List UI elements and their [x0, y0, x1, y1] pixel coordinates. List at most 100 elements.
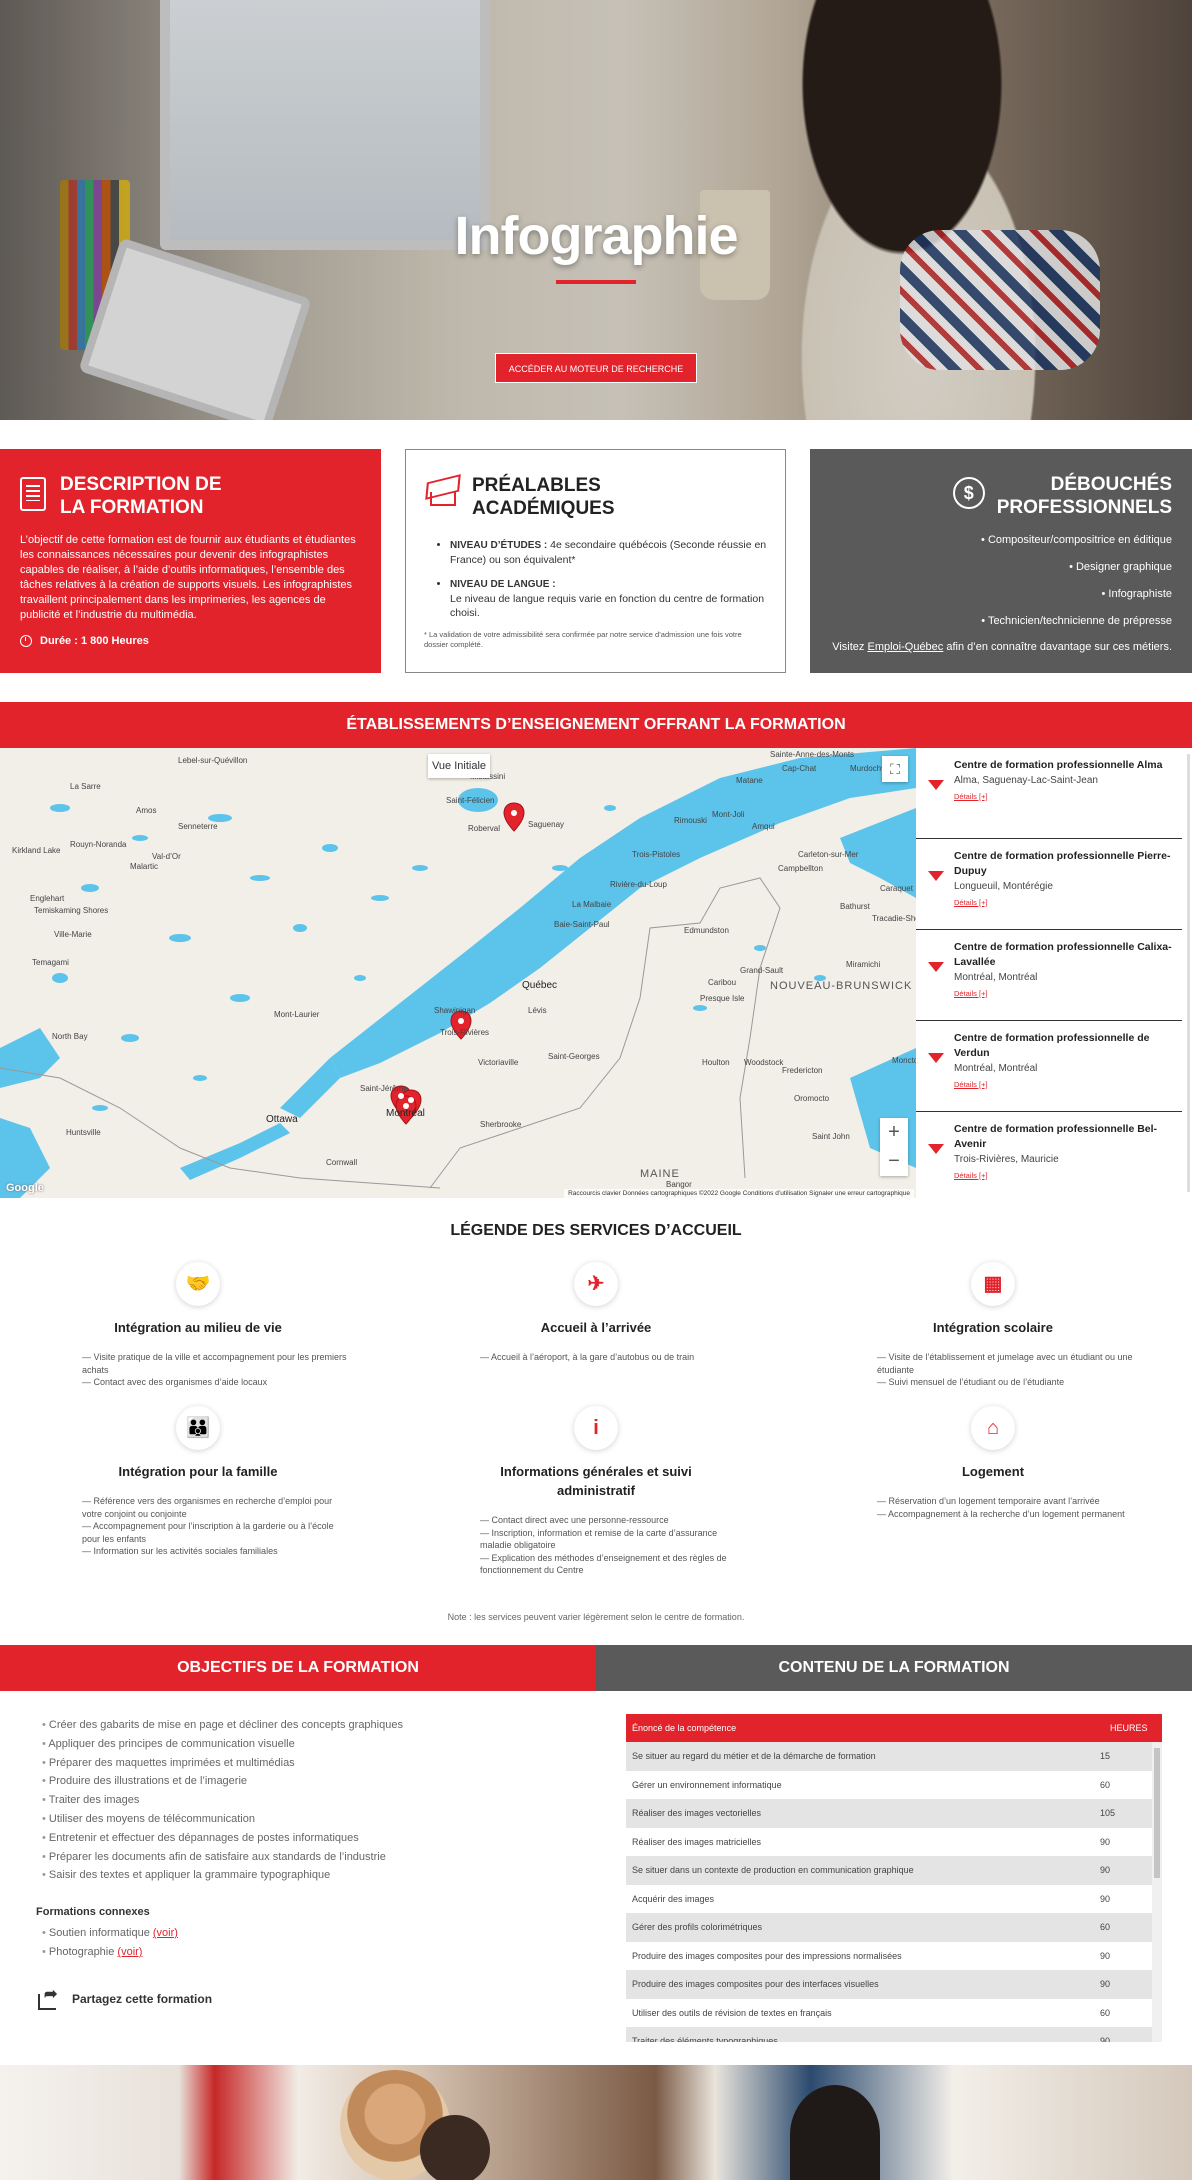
service-logement: ⌂ Logement — Réservation d’un logement t… [843, 1406, 1143, 1520]
center-item[interactable]: Centre de formation professionnelle de V… [916, 1021, 1182, 1112]
hours-cell: 90 [1100, 2036, 1111, 2042]
career-item: Compositeur/compositrice en éditique [830, 533, 1172, 547]
study-level: NIVEAU D’ÉTUDES : 4e secondaire québécoi… [450, 538, 767, 567]
list-icon [20, 477, 46, 511]
zoom-in-button[interactable]: + [880, 1118, 908, 1147]
prerequisites-card: PRÉALABLESACADÉMIQUES NIVEAU D’ÉTUDES : … [405, 449, 786, 673]
hours-cell: 90 [1100, 1979, 1111, 1990]
objectives-list: Créer des gabarits de mise en page et dé… [42, 1716, 562, 1885]
details-link[interactable]: Détails [+] [954, 1080, 1172, 1089]
table-row: Réaliser des images matricielles 90 [626, 1828, 1152, 1857]
table-row: Se situer au regard du métier et de la d… [626, 1742, 1152, 1771]
dollar-icon: $ [952, 477, 985, 509]
table-header: Énoncé de la compétence HEURES [626, 1714, 1162, 1742]
description-text: L’objectif de cette formation est de fou… [20, 534, 356, 621]
competency-cell: Utiliser des outils de révision de texte… [632, 2007, 832, 2018]
share-button[interactable]: Partagez cette formation [38, 1984, 212, 2010]
details-link[interactable]: Détails [+] [954, 792, 1172, 801]
graduation-cap-icon [424, 478, 458, 506]
description-card: DESCRIPTION DE LA FORMATION L’objectif de… [0, 449, 381, 673]
career-item: Designer graphique [830, 560, 1172, 574]
details-link[interactable]: Détails [+] [954, 989, 1172, 998]
hours-cell: 105 [1100, 1808, 1116, 1819]
competency-cell: Se situer dans un contexte de production… [632, 1865, 914, 1876]
careers-title: DÉBOUCHÉS PROFESSIONNELS [996, 474, 1172, 518]
initial-view-button[interactable]: Vue Initiale [428, 754, 490, 778]
center-item[interactable]: Centre de formation professionnelle Bel-… [916, 1112, 1182, 1198]
objectives-heading: OBJECTIFS DE LA FORMATION [0, 1645, 596, 1691]
list-item: Utiliser des moyens de télécommunication [42, 1810, 562, 1829]
family-icon: 👪 [176, 1406, 220, 1450]
hours-cell: 90 [1100, 1865, 1111, 1876]
competencies-table: Énoncé de la compétence HEURES Se situer… [626, 1714, 1162, 2042]
map-credits[interactable]: Raccourcis clavier Données cartographiqu… [564, 1189, 914, 1198]
list-item: Préparer des maquettes imprimées et mult… [42, 1754, 562, 1773]
map[interactable]: Lebel-sur-Quévillon La Sarre Amos Sennet… [0, 748, 916, 1198]
competency-cell: Réaliser des images vectorielles [632, 1808, 762, 1819]
title-underline [556, 280, 636, 284]
hours-cell: 90 [1100, 1836, 1111, 1847]
page: Infographie ACCÉDER AU MOTEUR DE RECHERC… [0, 0, 1192, 2180]
table-row: Gérer un environnement informatique 60 [626, 1771, 1152, 1800]
list-item: Appliquer des principes de communication… [42, 1735, 562, 1754]
details-link[interactable]: Détails [+] [954, 898, 1172, 907]
language-level: NIVEAU DE LANGUE :Le niveau de langue re… [450, 577, 767, 620]
marker-alma [503, 802, 525, 832]
hours-cell: 60 [1100, 1779, 1111, 1790]
service-integration-scolaire: ▦ Intégration scolaire — Visite de l’éta… [843, 1262, 1143, 1389]
competency-cell: Réaliser des images matricielles [632, 1836, 762, 1847]
fullscreen-icon[interactable]: ⛶ [882, 756, 908, 782]
list-item: Photographie (voir) [42, 1943, 178, 1962]
list-item: Soutien informatique (voir) [42, 1924, 178, 1943]
hours-cell: 90 [1100, 1950, 1111, 1961]
competency-cell: Gérer un environnement informatique [632, 1779, 782, 1790]
service-integration-milieu: 🤝 Intégration au milieu de vie — Visite … [48, 1262, 348, 1389]
table-row: Se situer dans un contexte de production… [626, 1856, 1152, 1885]
house-icon: ⌂ [971, 1406, 1015, 1450]
table-row: Traiter des éléments typographiques 90 [626, 2027, 1152, 2042]
center-item[interactable]: Centre de formation professionnelle Pier… [916, 839, 1182, 930]
zoom-out-button[interactable]: − [880, 1147, 908, 1176]
duration: Durée : 1 800 Heures [20, 635, 361, 647]
careers-list: Compositeur/compositrice en éditique Des… [830, 533, 1172, 628]
description-title: DESCRIPTION DE LA FORMATION [60, 474, 222, 518]
services-note: Note : les services peuvent varier légèr… [447, 1612, 745, 1622]
voir-link[interactable]: (voir) [153, 1927, 178, 1939]
table-row: Acquérir des images 90 [626, 1885, 1152, 1914]
list-item: Préparer les documents afin de satisfair… [42, 1848, 562, 1867]
info-icon: i [574, 1406, 618, 1450]
competency-cell: Se situer au regard du métier et de la d… [632, 1751, 876, 1762]
list-item: Créer des gabarits de mise en page et dé… [42, 1716, 562, 1735]
emploi-quebec-link[interactable]: Emploi-Québec [867, 641, 943, 653]
list-item: Saisir des textes et appliquer la gramma… [42, 1866, 562, 1885]
prerequisites-title: PRÉALABLES ACADÉMIQUES [472, 475, 615, 519]
competency-cell: Produire des images composites pour des … [632, 1979, 879, 1990]
share-icon [38, 1984, 62, 2010]
table-row: Produire des images composites pour des … [626, 1970, 1152, 1999]
zoom-controls: + − [880, 1118, 908, 1176]
related-programs-title: Formations connexes [36, 1906, 150, 1918]
centers-scrollbar[interactable] [1187, 754, 1190, 1192]
competency-cell: Produire des images composites pour des … [632, 1950, 902, 1961]
content-heading: CONTENU DE LA FORMATION [596, 1645, 1192, 1691]
search-engine-button[interactable]: ACCÉDER AU MOTEUR DE RECHERCHE [495, 353, 697, 383]
hours-cell: 60 [1100, 1922, 1111, 1933]
prerequisites-note: * La validation de votre admissibilité s… [424, 630, 742, 649]
table-scrollbar[interactable] [1152, 1742, 1162, 2042]
page-title: Infographie [454, 206, 739, 266]
career-item: Infographiste [830, 587, 1172, 601]
airplane-icon: ✈ [574, 1262, 618, 1306]
handshake-icon: 🤝 [176, 1262, 220, 1306]
voir-link[interactable]: (voir) [117, 1946, 142, 1958]
clock-icon [20, 635, 32, 647]
centers-list: Centre de formation professionnelle Alma… [916, 748, 1192, 1198]
google-logo: Google [6, 1182, 44, 1194]
careers-card: $ DÉBOUCHÉSPROFESSIONNELS Compositeur/co… [810, 449, 1192, 673]
center-item[interactable]: Centre de formation professionnelle Cali… [916, 930, 1182, 1021]
calendar-icon: ▦ [971, 1262, 1015, 1306]
center-item[interactable]: Centre de formation professionnelle Alma… [916, 748, 1182, 839]
related-programs-list: Soutien informatique (voir) Photographie… [42, 1924, 178, 1962]
table-body: Se situer au regard du métier et de la d… [626, 1742, 1152, 2042]
services-legend-title: LÉGENDE DES SERVICES D’ACCUEIL [450, 1222, 742, 1239]
details-link[interactable]: Détails [+] [954, 1171, 1172, 1180]
